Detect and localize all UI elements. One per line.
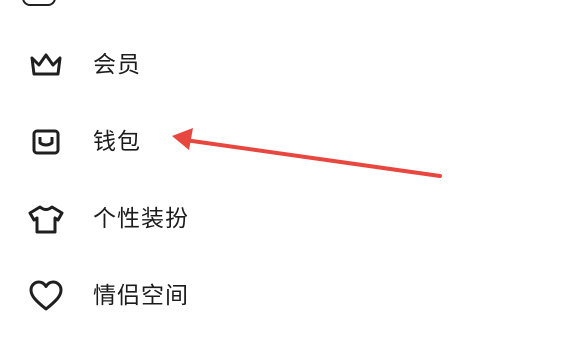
menu-item-label: 钱包 (93, 129, 141, 155)
menu-item-vip[interactable]: 会员 (0, 35, 420, 95)
side-menu: 会员 钱包 个性装扮 情侣空间 (0, 0, 567, 339)
menu-item-label: 情侣空间 (93, 283, 189, 309)
menu-item-personalize[interactable]: 个性装扮 (0, 189, 420, 249)
heart-icon (26, 276, 66, 316)
wallet-icon (26, 122, 66, 162)
menu-item-wallet[interactable]: 钱包 (0, 112, 420, 172)
menu-item-label: 个性装扮 (93, 206, 189, 232)
crown-icon (26, 45, 66, 85)
menu-item-couple-space[interactable]: 情侣空间 (0, 266, 420, 326)
menu-item-label: 会员 (93, 52, 141, 78)
tshirt-icon (26, 199, 66, 239)
